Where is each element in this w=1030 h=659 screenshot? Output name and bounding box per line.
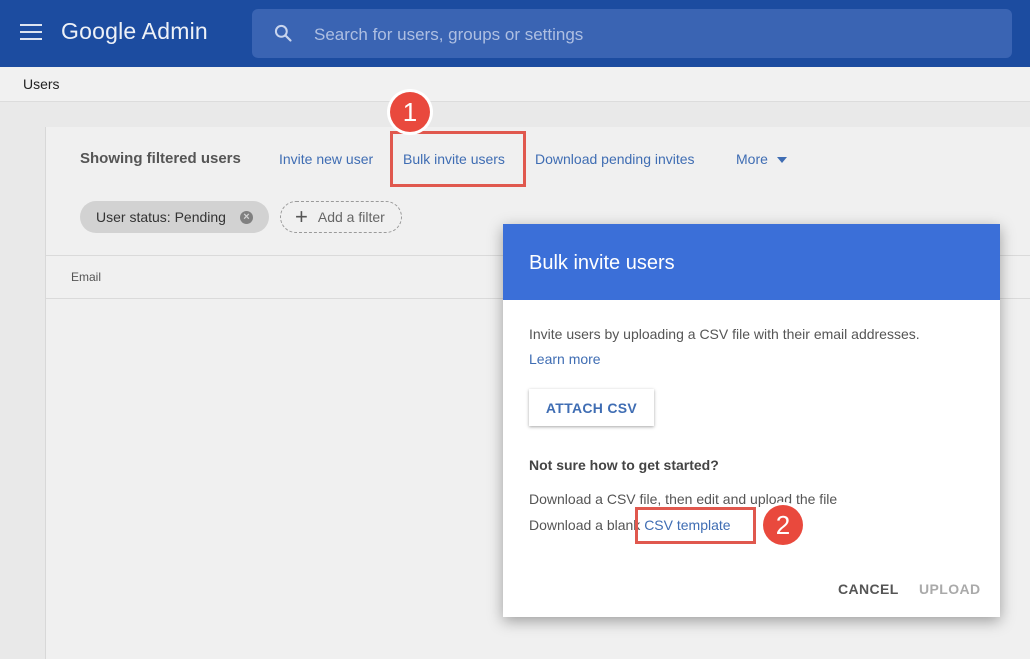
- help-heading: Not sure how to get started?: [529, 457, 719, 473]
- cancel-button[interactable]: CANCEL: [838, 581, 899, 597]
- breadcrumb-users[interactable]: Users: [23, 76, 60, 92]
- plus-icon: +: [295, 204, 308, 229]
- step-badge-1: 1: [390, 92, 430, 132]
- upload-button[interactable]: UPLOAD: [919, 581, 981, 597]
- chevron-down-icon: [776, 157, 787, 164]
- app-title[interactable]: Google Admin: [61, 18, 208, 45]
- download-pending-invites-link[interactable]: Download pending invites: [535, 151, 695, 167]
- help-line-template-prefix: Download a blank: [529, 517, 641, 533]
- highlight-csv-template: [635, 507, 756, 544]
- column-header-email[interactable]: Email: [71, 270, 101, 284]
- add-filter-button[interactable]: + Add a filter: [280, 201, 402, 233]
- dialog-title: Bulk invite users: [529, 252, 675, 274]
- toolbar-title: Showing filtered users: [80, 150, 241, 167]
- attach-csv-button[interactable]: ATTACH CSV: [529, 389, 654, 426]
- help-line-download: Download a CSV file, then edit and uploa…: [529, 491, 838, 507]
- search-icon[interactable]: [273, 23, 293, 43]
- search-input[interactable]: [312, 9, 996, 60]
- dialog-header: Bulk invite users: [503, 224, 1000, 300]
- menu-icon[interactable]: [20, 24, 42, 42]
- top-app-bar: Google Admin: [0, 0, 1030, 67]
- dialog-description: Invite users by uploading a CSV file wit…: [529, 326, 920, 342]
- search-bar[interactable]: [252, 9, 1012, 60]
- step-badge-2: 2: [763, 505, 803, 545]
- breadcrumb: Users: [0, 67, 1030, 102]
- bulk-invite-dialog: Bulk invite users Invite users by upload…: [503, 224, 1000, 617]
- learn-more-link[interactable]: Learn more: [529, 351, 601, 367]
- highlight-bulk-invite: [390, 131, 526, 187]
- invite-new-user-link[interactable]: Invite new user: [279, 151, 373, 167]
- close-icon[interactable]: ×: [239, 210, 253, 224]
- more-label: More: [736, 151, 768, 167]
- add-filter-label: Add a filter: [317, 209, 385, 225]
- status-filter-chip[interactable]: User status: Pending ×: [80, 201, 269, 233]
- more-menu-button[interactable]: More: [736, 151, 787, 167]
- status-filter-label: User status: Pending: [96, 209, 226, 225]
